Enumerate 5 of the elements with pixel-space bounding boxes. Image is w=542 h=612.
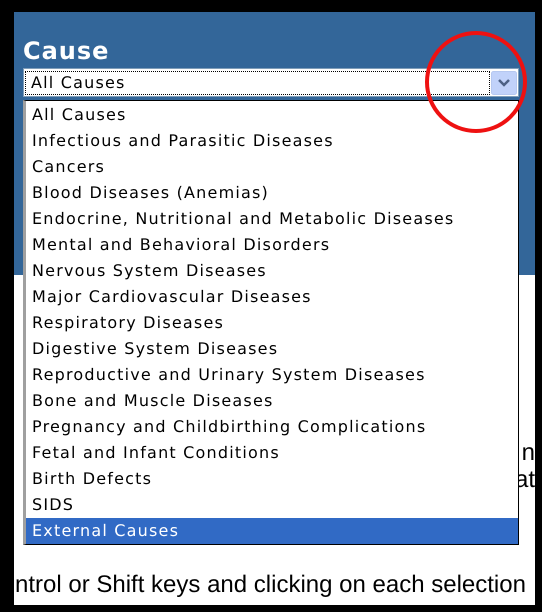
instruction-text: ntrol or Shift keys and clicking on each selection [15, 571, 526, 599]
background-text: n [522, 441, 535, 465]
section-heading: Cause [23, 38, 110, 64]
option-item[interactable]: External Causes [26, 518, 518, 544]
cause-select[interactable]: All Causes [23, 68, 519, 97]
